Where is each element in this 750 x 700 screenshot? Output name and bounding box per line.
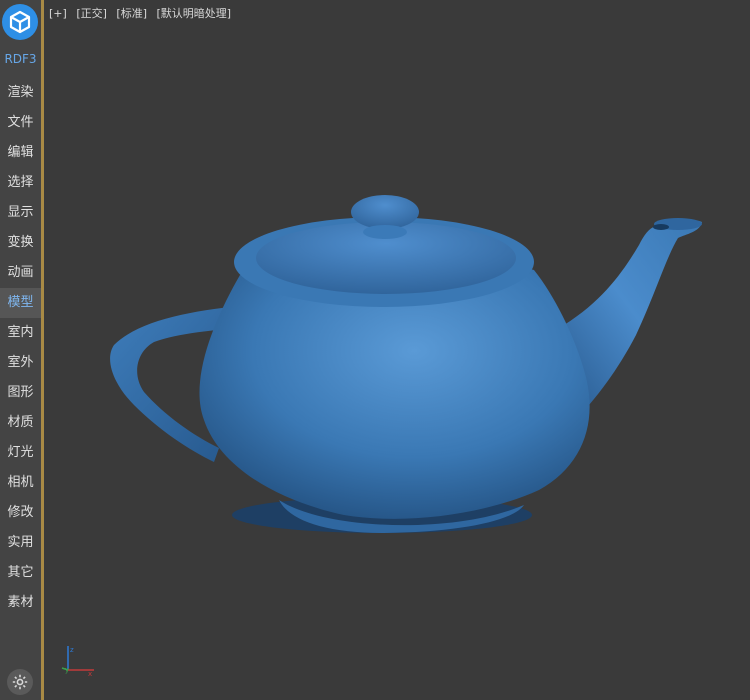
sidebar: RDF3 渲染 文件 编辑 选择 显示 变换 动画 模型 室内 室外 图形 材质… xyxy=(0,0,44,700)
sidebar-item-camera[interactable]: 相机 xyxy=(0,468,41,498)
sidebar-item-exterior[interactable]: 室外 xyxy=(0,348,41,378)
teapot-knob xyxy=(351,195,419,229)
sidebar-item-material[interactable]: 材质 xyxy=(0,408,41,438)
sidebar-item-utilities[interactable]: 实用 xyxy=(0,528,41,558)
sidebar-item-interior[interactable]: 室内 xyxy=(0,318,41,348)
sidebar-menu: 渲染 文件 编辑 选择 显示 变换 动画 模型 室内 室外 图形 材质 灯光 相… xyxy=(0,78,41,618)
sidebar-item-edit[interactable]: 编辑 xyxy=(0,138,41,168)
sidebar-item-shapes[interactable]: 图形 xyxy=(0,378,41,408)
sidebar-item-file[interactable]: 文件 xyxy=(0,108,41,138)
axis-y-label: y xyxy=(65,666,69,674)
sidebar-item-model[interactable]: 模型 xyxy=(0,288,41,318)
axis-z-label: z xyxy=(70,646,74,654)
sidebar-item-animation[interactable]: 动画 xyxy=(0,258,41,288)
teapot-spout-opening xyxy=(653,224,669,230)
brand-label: RDF3 xyxy=(4,52,37,66)
teapot-knob-base xyxy=(363,225,407,239)
sidebar-item-select[interactable]: 选择 xyxy=(0,168,41,198)
teapot-model[interactable] xyxy=(44,0,750,700)
viewport[interactable]: [+] [正交] [标准] [默认明暗处理] y z x xyxy=(44,0,750,700)
axis-gizmo-icon: y z x xyxy=(61,646,94,678)
sidebar-item-display[interactable]: 显示 xyxy=(0,198,41,228)
sidebar-item-assets[interactable]: 素材 xyxy=(0,588,41,618)
app-logo-icon[interactable] xyxy=(2,4,38,40)
sidebar-item-lights[interactable]: 灯光 xyxy=(0,438,41,468)
sidebar-item-other[interactable]: 其它 xyxy=(0,558,41,588)
sidebar-item-transform[interactable]: 变换 xyxy=(0,228,41,258)
sidebar-item-modify[interactable]: 修改 xyxy=(0,498,41,528)
settings-gear-icon[interactable] xyxy=(7,669,33,695)
axis-x-label: x xyxy=(88,670,92,678)
sidebar-item-render[interactable]: 渲染 xyxy=(0,78,41,108)
